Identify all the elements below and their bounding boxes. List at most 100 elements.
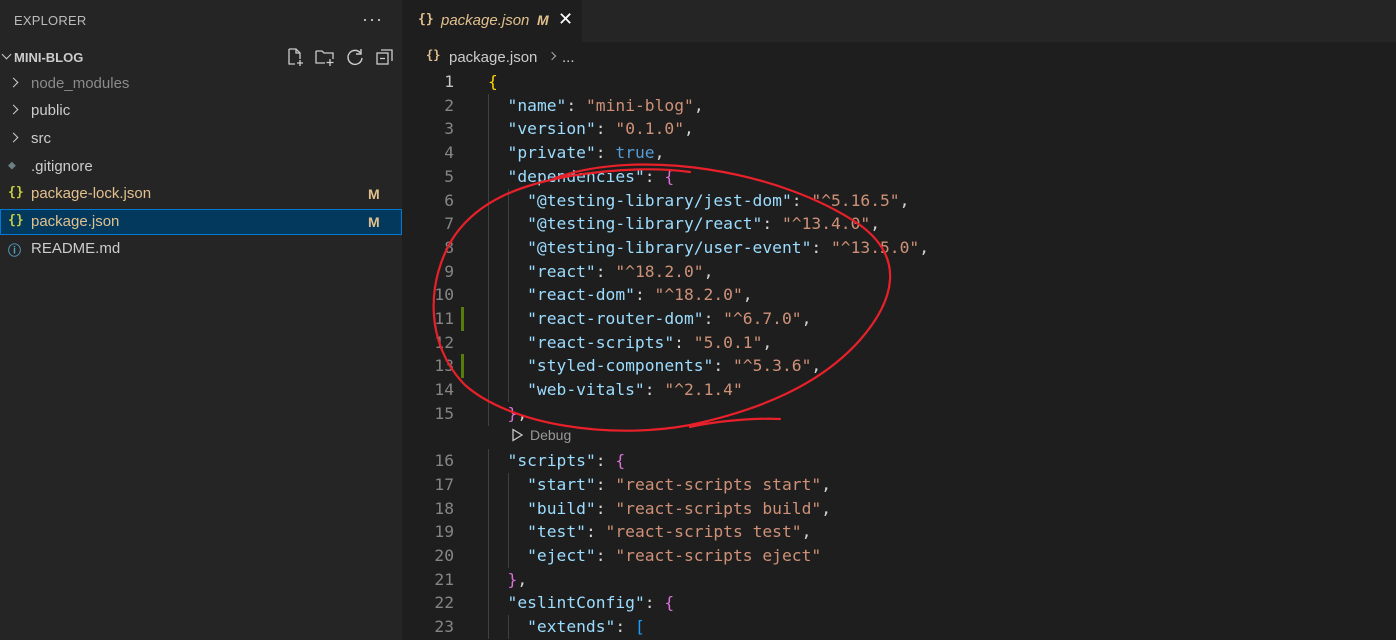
tree-item-gitignore[interactable]: ◆ .gitignore: [0, 154, 402, 180]
code-token: "test": [527, 522, 586, 542]
code-token: ,: [821, 474, 832, 494]
info-icon: ⓘ: [8, 244, 22, 259]
code-token: :: [762, 214, 782, 234]
code-line[interactable]: 11 "react-router-dom": "^6.7.0",: [402, 307, 1396, 331]
indent-guide: [488, 307, 489, 331]
line-text: "styled-components": "^5.3.6",: [527, 356, 821, 375]
code-token: "^5.16.5": [811, 190, 900, 210]
gutter-added-indicator[interactable]: [461, 354, 464, 379]
code-token: :: [644, 166, 665, 186]
code-token: :: [595, 498, 616, 518]
editor-area: {} package.json M ✕ {} package.json ... …: [402, 0, 1396, 640]
code-token: "react-scripts build": [615, 498, 822, 518]
code-token: }: [507, 403, 518, 423]
line-text: "private": true,: [508, 143, 665, 162]
code-line[interactable]: 16 "scripts": {: [402, 449, 1396, 474]
indent-guide: [507, 212, 509, 237]
code-line[interactable]: 2 "name": "mini-blog",: [402, 93, 1396, 118]
indent-guide: [507, 496, 509, 521]
code-token: ,: [919, 237, 930, 257]
line-number: 13: [434, 356, 454, 376]
code-token: :: [615, 617, 635, 637]
code-line[interactable]: 18 "build": "react-scripts build",: [402, 496, 1396, 521]
code-token: :: [644, 380, 665, 400]
tree-item-readme[interactable]: ⓘ README.md: [0, 236, 402, 262]
code-token: "5.0.1": [693, 332, 763, 352]
code-line[interactable]: 20 "eject": "react-scripts eject": [402, 544, 1396, 568]
code-token: "^6.7.0": [723, 309, 802, 328]
code-token: "eslintConfig": [507, 593, 645, 613]
code-line[interactable]: 14 "web-vitals": "^2.1.4": [402, 378, 1396, 403]
json-icon: {}: [8, 185, 24, 200]
code-token: "@testing-library/user-event": [527, 237, 812, 257]
code-token: ,: [899, 190, 910, 210]
tree-item-package-json[interactable]: {} package.json M: [0, 209, 402, 235]
line-text: "start": "react-scripts start",: [527, 475, 831, 494]
code-line[interactable]: 9 "react": "^18.2.0",: [402, 259, 1396, 284]
play-icon: [512, 428, 524, 442]
code-token: :: [566, 95, 586, 115]
code-line[interactable]: 19 "test": "react-scripts test",: [402, 520, 1396, 545]
indent-guide: [488, 283, 489, 308]
code-line[interactable]: 22 "eslintConfig": {: [402, 591, 1396, 616]
editor-scrollbar[interactable]: [1380, 68, 1396, 640]
tree-item-label: node_modules: [31, 75, 130, 92]
code-line[interactable]: 10 "react-dom": "^18.2.0",: [402, 283, 1396, 308]
new-file-icon[interactable]: [284, 46, 306, 68]
code-line[interactable]: 15},: [402, 401, 1396, 426]
code-line[interactable]: 8 "@testing-library/user-event": "^13.5.0…: [402, 235, 1396, 260]
code-token: "react-dom": [527, 285, 635, 305]
code-line[interactable]: 21},: [402, 567, 1396, 592]
code-editor[interactable]: 1{2 "name": "mini-blog", 3 "version": "0.1.…: [402, 0, 1396, 640]
code-token: "0.1.0": [615, 119, 685, 139]
workspace-section-header[interactable]: MINI-BLOG: [0, 43, 402, 70]
codelens-label: Debug: [530, 427, 572, 443]
indent-guide: [507, 378, 509, 403]
collapse-all-icon[interactable]: [374, 46, 396, 68]
tree-item-src[interactable]: src: [0, 126, 402, 152]
code-line[interactable]: 13 "styled-components": "^5.3.6",: [402, 354, 1396, 379]
code-token: "^13.5.0": [830, 237, 920, 257]
line-text: "build": "react-scripts build",: [527, 499, 831, 518]
code-line[interactable]: 1{: [402, 70, 1396, 94]
line-text: "version": "0.1.0",: [508, 119, 694, 138]
refresh-icon[interactable]: [344, 46, 366, 68]
indent-guide: [488, 212, 489, 237]
code-line[interactable]: 6 "@testing-library/jest-dom": "^5.16.5",: [402, 188, 1396, 213]
gitignore-icon: ◆: [8, 158, 16, 173]
code-token: "eject": [527, 546, 596, 565]
line-number: 22: [434, 593, 454, 613]
line-text: "react-dom": "^18.2.0",: [527, 285, 752, 304]
line-text: "dependencies": {: [508, 167, 675, 186]
code-line[interactable]: 7 "@testing-library/react": "^13.4.0",: [402, 212, 1396, 237]
gutter-added-indicator[interactable]: [461, 307, 464, 331]
line-number: 23: [434, 617, 454, 637]
new-folder-icon[interactable]: [314, 46, 336, 68]
more-actions-icon[interactable]: ···: [362, 9, 383, 30]
code-token: "^13.4.0": [781, 214, 871, 234]
code-line[interactable]: 5 "dependencies": {: [402, 164, 1396, 189]
line-number: 11: [434, 309, 454, 328]
code-line[interactable]: 17 "start": "react-scripts start",: [402, 472, 1396, 497]
code-line[interactable]: 3 "version": "0.1.0",: [402, 117, 1396, 142]
line-text: },: [508, 404, 528, 423]
tree-item-node-modules[interactable]: node_modules: [0, 71, 402, 97]
code-token: "styled-components": [527, 356, 714, 376]
code-line[interactable]: 4 "private": true,: [402, 141, 1396, 166]
code-token: "version": [507, 119, 596, 139]
tree-item-package-lock-json[interactable]: {} package-lock.json M: [0, 181, 402, 207]
code-line[interactable]: 23 "extends": [: [402, 615, 1396, 640]
code-token: "dependencies": [507, 166, 645, 186]
tree-item-label: src: [31, 130, 51, 147]
code-line[interactable]: 12 "react-scripts": "5.0.1",: [402, 330, 1396, 355]
code-token: :: [595, 451, 616, 471]
line-number: 8: [444, 237, 454, 257]
tree-item-public[interactable]: public: [0, 98, 402, 124]
indent-guide: [488, 567, 489, 592]
code-token: ,: [654, 143, 665, 163]
indent-guide: [488, 472, 489, 497]
line-number: 6: [444, 190, 454, 210]
line-text: "extends": [: [527, 617, 645, 636]
tree-item-label: README.md: [31, 240, 121, 257]
line-text: "@testing-library/user-event": "^13.5.0"…: [527, 238, 929, 257]
